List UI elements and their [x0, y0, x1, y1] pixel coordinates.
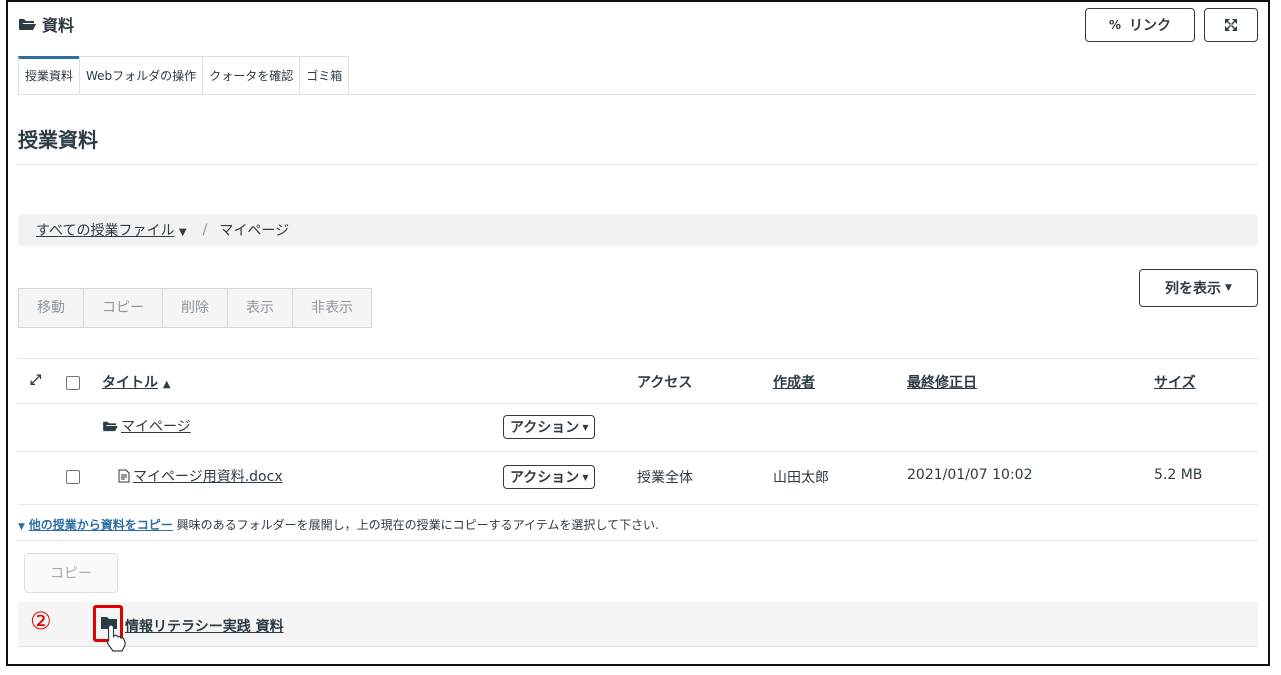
breadcrumb-separator: /	[202, 222, 208, 238]
breadcrumb-root-label[interactable]: すべての授業ファイル	[36, 223, 174, 239]
divider	[18, 451, 1258, 452]
folder-open-icon	[19, 19, 36, 30]
action-label: アクション	[510, 420, 580, 436]
folder-open-icon	[103, 421, 118, 432]
caret-down-icon: ▼	[582, 472, 589, 482]
show-columns-label: 列を表示	[1165, 281, 1222, 297]
step-marker: ②	[30, 607, 52, 635]
page-header: 資料	[18, 12, 74, 36]
copy-button[interactable]: コピー	[83, 288, 163, 328]
divider	[18, 164, 1258, 165]
header-title: 資料	[42, 16, 75, 35]
copy-from-course-description: 興味のあるフォルダーを展開し，上の現在の授業にコピーするアイテムを選択して下さい…	[176, 518, 659, 532]
tab-quota[interactable]: クォータを確認	[202, 56, 301, 94]
breadcrumb-root-link[interactable]: すべての授業ファイル ▼	[36, 220, 187, 240]
tab-web-folder[interactable]: Webフォルダの操作	[79, 56, 204, 94]
title-header-label[interactable]: タイトル	[102, 375, 158, 391]
other-course-folder-link[interactable]: 情報リテラシー実践 資料	[125, 616, 284, 636]
files-page: 資料 % リンク 授業資料 Webフォルダの操作 クォータを確認 ゴミ箱 授業資…	[6, 0, 1270, 666]
table-row: マイページ	[102, 416, 191, 436]
caret-down-icon: ▼	[178, 227, 187, 238]
breadcrumb: すべての授業ファイル ▼ / マイページ	[18, 214, 1258, 246]
caret-down-icon: ▼	[18, 522, 25, 532]
size-column-header[interactable]: サイズ	[1154, 372, 1196, 392]
action-label: アクション	[510, 470, 580, 486]
link-button[interactable]: % リンク	[1085, 8, 1195, 42]
file-link-docx[interactable]: マイページ用資料.docx	[133, 466, 283, 486]
action-menu-button[interactable]: アクション ▼	[503, 465, 596, 489]
copy-selected-button[interactable]: コピー	[24, 553, 118, 593]
hand-cursor-icon	[106, 624, 126, 652]
action-menu-button[interactable]: アクション ▼	[503, 415, 596, 439]
size-header-label[interactable]: サイズ	[1154, 375, 1196, 391]
size-cell: 5.2 MB	[1154, 467, 1203, 483]
divider	[18, 504, 1258, 505]
divider	[18, 540, 1258, 541]
title-column-header[interactable]: タイトル ▲	[102, 372, 171, 392]
modified-header-label[interactable]: 最終修正日	[907, 375, 977, 391]
sort-up-icon: ▲	[162, 379, 171, 390]
publish-button[interactable]: 表示	[227, 288, 293, 328]
access-cell: 授業全体	[637, 470, 693, 486]
folder-link-mypage[interactable]: マイページ	[121, 416, 191, 436]
delete-button[interactable]: 削除	[162, 288, 228, 328]
divider	[18, 403, 1258, 404]
file-action-toolbar: 移動 コピー 削除 表示 非表示	[18, 288, 372, 328]
fullscreen-button[interactable]	[1204, 8, 1258, 42]
caret-down-icon: ▼	[1225, 283, 1232, 293]
expand-icon[interactable]: ⤢	[30, 372, 41, 388]
tab-bar: 授業資料 Webフォルダの操作 クォータを確認 ゴミ箱	[18, 56, 1256, 95]
divider	[18, 358, 1258, 359]
select-all-checkbox[interactable]	[66, 376, 80, 390]
move-button[interactable]: 移動	[18, 288, 84, 328]
link-button-label: リンク	[1129, 18, 1172, 34]
breadcrumb-current: マイページ	[219, 223, 290, 239]
fullscreen-icon	[1225, 19, 1237, 31]
author-header-label[interactable]: 作成者	[773, 375, 815, 391]
show-columns-button[interactable]: 列を表示 ▼	[1139, 269, 1258, 307]
unpublish-button[interactable]: 非表示	[292, 288, 372, 328]
caret-down-icon: ▼	[582, 422, 589, 432]
table-row: マイページ用資料.docx	[118, 466, 283, 486]
link-icon: %	[1108, 18, 1122, 32]
author-column-header[interactable]: 作成者	[773, 372, 815, 392]
modified-column-header[interactable]: 最終修正日	[907, 372, 977, 392]
access-column-header: アクセス	[637, 375, 693, 391]
author-cell: 山田太郎	[773, 470, 829, 486]
tab-trash[interactable]: ゴミ箱	[299, 56, 350, 94]
row-checkbox[interactable]	[66, 470, 80, 484]
copy-from-course-section: ▼ 他の授業から資料をコピー 興味のあるフォルダーを展開し，上の現在の授業にコピ…	[18, 516, 659, 533]
tab-course-files[interactable]: 授業資料	[18, 56, 81, 94]
page-title: 授業資料	[18, 128, 98, 152]
modified-cell: 2021/01/07 10:02	[907, 467, 1033, 483]
document-icon	[118, 469, 130, 483]
copy-from-course-link[interactable]: 他の授業から資料をコピー	[29, 518, 173, 532]
